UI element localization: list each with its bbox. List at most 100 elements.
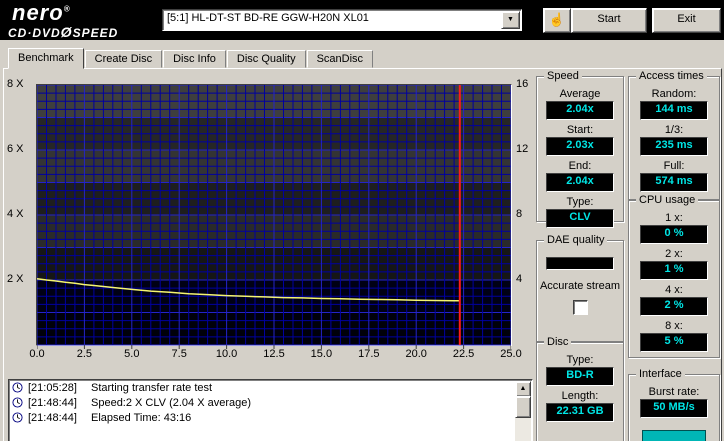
arrow-up-icon: ▲ [520, 385, 527, 392]
x-axis-label: 25.0 [493, 348, 529, 360]
x-axis-label: 22.5 [446, 348, 482, 360]
y-axis-label-left: 2 X [7, 273, 35, 285]
log-entry[interactable]: [21:05:28] Starting transfer rate test [9, 380, 532, 395]
exit-button[interactable]: Exit [652, 8, 721, 33]
x-axis-label: 5.0 [114, 348, 150, 360]
log-scrollbar[interactable]: ▲ [515, 381, 531, 441]
drive-select-combobox[interactable]: [5:1] HL-DT-ST BD-RE GGW-H20N XL01 ▼ [162, 9, 522, 31]
log-time: [21:05:28] [28, 382, 86, 394]
scroll-up-button[interactable]: ▲ [515, 381, 531, 397]
x-axis-label: 17.5 [351, 348, 387, 360]
transfer-rate-plot [37, 85, 511, 351]
cpu-2x-value: 1 % [640, 261, 708, 280]
cddvd-speed-logo: CD·DVDØSPEED [8, 24, 118, 40]
x-axis-label: 0.0 [19, 348, 55, 360]
start-label: Start: [537, 124, 623, 136]
scrollbar-thumb[interactable] [515, 396, 531, 418]
burst-rate-value: 50 MB/s [640, 399, 708, 418]
cpu-2x-label: 2 x: [629, 248, 719, 260]
cddvd-text: CD·DVD [8, 26, 61, 40]
burst-rate-label: Burst rate: [629, 386, 719, 398]
full-value: 574 ms [640, 173, 708, 192]
log-text: Starting transfer rate test [91, 382, 212, 394]
start-value: 2.03x [546, 137, 614, 156]
one-third-value: 235 ms [640, 137, 708, 156]
drive-select-value: [5:1] HL-DT-ST BD-RE GGW-H20N XL01 [167, 12, 369, 24]
average-label: Average [537, 88, 623, 100]
start-button[interactable]: Start [571, 8, 647, 33]
dae-quality-panel: DAE quality Accurate stream [536, 240, 624, 342]
x-axis-label: 7.5 [161, 348, 197, 360]
x-axis-label: 10.0 [209, 348, 245, 360]
end-label: End: [537, 160, 623, 172]
header-bar: nero® CD·DVDØSPEED [5:1] HL-DT-ST BD-RE … [0, 0, 724, 40]
tab-benchmark[interactable]: Benchmark [8, 48, 84, 69]
nero-logo: nero® [12, 0, 71, 26]
random-label: Random: [629, 88, 719, 100]
accurate-stream-label: Accurate stream [537, 280, 623, 293]
accurate-stream-checkbox[interactable] [573, 300, 588, 315]
full-label: Full: [629, 160, 719, 172]
log-time: [21:48:44] [28, 397, 86, 409]
interface-title: Interface [636, 368, 685, 380]
drive-select-dropdown-button[interactable]: ▼ [501, 11, 520, 29]
partial-value-box [642, 430, 706, 441]
disc-panel-title: Disc [544, 336, 571, 348]
cpu-4x-label: 4 x: [629, 284, 719, 296]
end-value: 2.04x [546, 173, 614, 192]
clock-icon [12, 382, 23, 393]
chevron-down-icon: ▼ [507, 16, 514, 23]
disc-length-value: 22.31 GB [546, 403, 614, 422]
registered-mark: ® [64, 5, 71, 14]
cpu-1x-label: 1 x: [629, 212, 719, 224]
log-text: Speed:2 X CLV (2.04 X average) [91, 397, 251, 409]
clock-icon [12, 412, 23, 423]
access-times-title: Access times [636, 70, 707, 82]
log-entry[interactable]: [21:48:44] Speed:2 X CLV (2.04 X average… [9, 395, 532, 410]
cpu-usage-panel: CPU usage 1 x: 0 % 2 x: 1 % 4 x: 2 % 8 x… [628, 200, 720, 358]
disc-length-label: Length: [537, 390, 623, 402]
log-entry[interactable]: [21:48:44] Elapsed Time: 43:16 [9, 410, 532, 425]
speed-panel-title: Speed [544, 70, 582, 82]
speed-panel: Speed Average 2.04x Start: 2.03x End: 2.… [536, 76, 624, 222]
hand-icon: ☝ [549, 12, 565, 27]
x-axis-label: 2.5 [66, 348, 102, 360]
options-button[interactable]: ☝ [543, 8, 571, 33]
dae-quality-title: DAE quality [544, 234, 607, 246]
benchmark-chart: 8 X6 X4 X2 X1612840.02.55.07.510.012.515… [36, 84, 512, 346]
tab-disc-info[interactable]: Disc Info [163, 50, 226, 68]
y-axis-label-left: 8 X [7, 78, 35, 90]
type-value: CLV [546, 209, 614, 228]
cpu-usage-title: CPU usage [636, 194, 698, 206]
dae-quality-meter [546, 257, 614, 270]
tab-create-disc[interactable]: Create Disc [85, 50, 162, 68]
one-third-label: 1/3: [629, 124, 719, 136]
log-listbox[interactable]: [21:05:28] Starting transfer rate test [… [8, 379, 533, 441]
log-text: Elapsed Time: 43:16 [91, 412, 191, 424]
clock-icon [12, 397, 23, 408]
slash-o-icon: Ø [61, 24, 73, 40]
access-times-panel: Access times Random: 144 ms 1/3: 235 ms … [628, 76, 720, 200]
cpu-8x-value: 5 % [640, 333, 708, 352]
speed-text: SPEED [73, 26, 119, 40]
type-label: Type: [537, 196, 623, 208]
x-axis-label: 12.5 [256, 348, 292, 360]
disc-panel: Disc Type: BD-R Length: 22.31 GB [536, 342, 624, 441]
nero-logo-text: nero [12, 0, 64, 25]
random-value: 144 ms [640, 101, 708, 120]
tab-scandisc[interactable]: ScanDisc [307, 50, 373, 68]
x-axis-label: 20.0 [398, 348, 434, 360]
disc-type-value: BD-R [546, 367, 614, 386]
cpu-4x-value: 2 % [640, 297, 708, 316]
average-value: 2.04x [546, 101, 614, 120]
x-axis-label: 15.0 [303, 348, 339, 360]
cpu-1x-value: 0 % [640, 225, 708, 244]
cpu-8x-label: 8 x: [629, 320, 719, 332]
y-axis-label-left: 4 X [7, 208, 35, 220]
tab-disc-quality[interactable]: Disc Quality [227, 50, 306, 68]
interface-panel: Interface Burst rate: 50 MB/s [628, 374, 720, 441]
app-window: { "header": { "logo": {"brand": "nero", … [0, 0, 724, 441]
log-time: [21:48:44] [28, 412, 86, 424]
disc-type-label: Type: [537, 354, 623, 366]
y-axis-label-left: 6 X [7, 143, 35, 155]
